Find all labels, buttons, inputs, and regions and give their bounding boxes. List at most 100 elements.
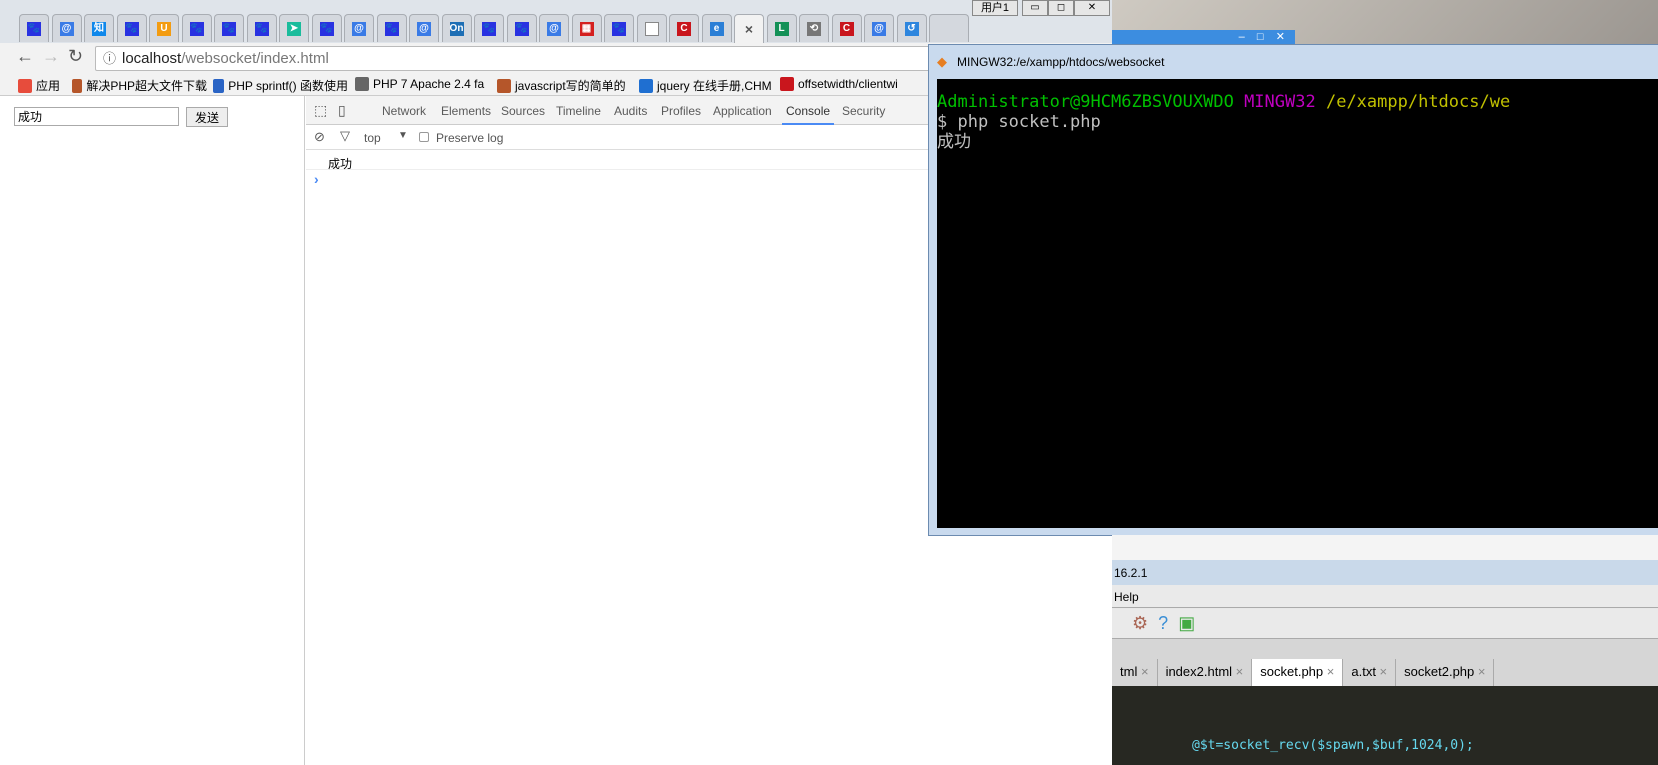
baidu-paw-icon: 🐾 — [482, 21, 496, 36]
send-button[interactable]: 发送 — [186, 107, 228, 127]
bookmark-item[interactable]: PHP sprintf() 函数使用 — [213, 77, 348, 94]
browser-tab[interactable]: 🐾 — [116, 14, 147, 42]
browser-tab[interactable]: @ — [344, 14, 374, 42]
zhihu-icon: 知 — [92, 21, 106, 36]
browser-tab[interactable]: ↺ — [896, 14, 927, 42]
info-icon: ⓘ — [103, 51, 117, 66]
browser-tab[interactable]: 🐾 — [214, 14, 244, 42]
bookmark-item[interactable]: jquery 在线手册,CHM — [639, 77, 774, 94]
browser-tab[interactable]: × — [734, 14, 764, 43]
save-icon[interactable]: ▣ — [1178, 613, 1195, 633]
browser-tab[interactable]: @ — [864, 14, 894, 42]
new-tab-button[interactable] — [929, 14, 969, 42]
csdn-icon: C — [839, 21, 854, 36]
browser-tab[interactable]: 🐾 — [376, 14, 407, 42]
bookmark-icon — [72, 78, 83, 93]
devtools-tab-network[interactable]: Network — [378, 96, 430, 125]
browser-tab[interactable]: 🐾 — [311, 14, 342, 42]
user-badge[interactable]: 用户1 — [972, 0, 1018, 16]
ide-tab[interactable]: tml × — [1112, 659, 1158, 686]
ide-tab-label: socket2.php — [1404, 664, 1475, 679]
bookmark-label: PHP sprintf() 函数使用 — [228, 79, 348, 93]
baidu-paw-icon: 🐾 — [189, 21, 204, 36]
prompt-env: MINGW32 — [1244, 92, 1316, 112]
bookmark-item[interactable]: offsetwidth/clientwi — [780, 77, 915, 91]
browser-tab[interactable]: e — [701, 14, 732, 42]
devtools-tab-security[interactable]: Security — [838, 96, 889, 125]
sogou-icon: @ — [417, 21, 431, 36]
browser-tab[interactable]: C — [669, 14, 699, 42]
baidu-paw-icon: 🐾 — [319, 21, 334, 36]
browser-tab[interactable]: 🐾 — [19, 14, 49, 42]
console-prompt[interactable]: › — [314, 171, 319, 187]
ide-tab-label: index2.html — [1165, 664, 1233, 679]
browser-tab[interactable]: 知 — [84, 14, 114, 42]
context-dropdown-icon[interactable]: ▼ — [398, 130, 408, 141]
browser-tab[interactable]: @ — [51, 14, 82, 42]
bookmark-item[interactable]: 应用 — [18, 77, 63, 94]
browser-tab[interactable]: U — [149, 14, 179, 42]
help-icon[interactable]: ? — [1158, 613, 1168, 633]
sogou-icon: @ — [872, 21, 886, 36]
browser-tab[interactable] — [636, 14, 667, 42]
browser-tab[interactable]: 🐾 — [246, 14, 277, 42]
bookmark-icon — [213, 78, 225, 93]
browser-tab[interactable]: 🐾 — [474, 14, 504, 42]
ide-tab[interactable]: index2.html × — [1158, 659, 1253, 686]
devtools-tab-sources[interactable]: Sources — [497, 96, 549, 125]
bookmark-item[interactable]: javascript写的简单的 — [497, 77, 632, 94]
devtools-tab-timeline[interactable]: Timeline — [552, 96, 605, 125]
devtools-tab-profiles[interactable]: Profiles — [657, 96, 705, 125]
browser-tab[interactable]: 🐾 — [506, 14, 537, 42]
ide-tab[interactable]: socket.php × — [1252, 659, 1344, 686]
message-input[interactable] — [14, 107, 179, 126]
browser-tab[interactable]: C — [831, 14, 862, 42]
bookmark-item[interactable]: PHP 7 Apache 2.4 fa — [355, 77, 490, 91]
tab-strip: 🐾 @ 知 🐾 U 🐾 🐾 🐾 ➤ 🐾 @ 🐾 @ On 🐾 🐾 @ ▦ 🐾 Ce × L ⟲ C @ ↺ — [0, 0, 1112, 43]
bookmark-icon — [18, 78, 32, 93]
close-window-button[interactable]: ✕ — [1074, 0, 1110, 16]
close-icon[interactable]: × — [1232, 664, 1244, 679]
browser-tab[interactable]: 🐾 — [181, 14, 212, 42]
browser-tab[interactable]: @ — [539, 14, 569, 42]
browser-tab[interactable]: 🐾 — [604, 14, 634, 42]
close-icon[interactable]: × — [1474, 664, 1486, 679]
filter-icon[interactable]: ▽ — [340, 128, 350, 144]
preserve-log-checkbox[interactable] — [419, 132, 429, 142]
terminal-command: $ php socket.php — [937, 112, 1101, 132]
close-icon[interactable]: × — [1323, 664, 1335, 679]
browser-tab[interactable]: L — [766, 14, 797, 42]
clear-console-icon[interactable]: ⊘ — [314, 129, 325, 145]
browser-tab[interactable]: On — [441, 14, 472, 42]
ide-tab[interactable]: socket2.php × — [1396, 659, 1495, 686]
maximize-button[interactable]: ◻ — [1048, 0, 1074, 16]
terminal-output[interactable]: Administrator@9HCM6ZBSVOUXWDO MINGW32 /e… — [937, 79, 1658, 528]
l-icon: L — [774, 21, 789, 36]
browser-tab[interactable]: ⟲ — [799, 14, 829, 42]
ide-tab[interactable]: a.txt × — [1343, 659, 1397, 686]
address-bar[interactable]: ⓘ localhost/websocket/index.html — [95, 46, 935, 71]
terminal-result: 成功 — [937, 132, 971, 152]
reload-icon[interactable]: ↻ — [68, 46, 83, 67]
inspect-element-icon[interactable]: ⬚ — [314, 102, 327, 119]
devtools-tab-application[interactable]: Application — [709, 96, 776, 125]
ide-code[interactable]: @$t=socket_recv($spawn,$buf,1024,0); — [1112, 686, 1658, 765]
ide-tab-label: socket.php — [1260, 664, 1324, 679]
device-toggle-icon[interactable]: ▯ — [338, 102, 346, 119]
close-icon[interactable]: × — [1137, 664, 1149, 679]
ide-menu-help[interactable]: Help — [1112, 585, 1658, 608]
baidu-paw-icon: 🐾 — [124, 21, 139, 36]
devtools-tab-elements[interactable]: Elements — [437, 96, 495, 125]
browser-tab[interactable]: ▦ — [571, 14, 602, 42]
forward-icon[interactable]: → — [42, 46, 60, 67]
devtools-tab-audits[interactable]: Audits — [610, 96, 651, 125]
browser-tab[interactable]: ➤ — [279, 14, 309, 42]
devtools-tab-console[interactable]: Console — [782, 96, 835, 125]
tools-icon[interactable]: ⚙ — [1132, 613, 1148, 633]
minimize-button[interactable]: ▭ — [1022, 0, 1048, 16]
browser-tab[interactable]: @ — [409, 14, 439, 42]
context-select[interactable]: top — [364, 131, 381, 145]
bookmark-item[interactable]: 解决PHP超大文件下载 — [72, 77, 207, 94]
back-icon[interactable]: ← — [16, 46, 34, 67]
close-icon[interactable]: × — [1376, 664, 1388, 679]
